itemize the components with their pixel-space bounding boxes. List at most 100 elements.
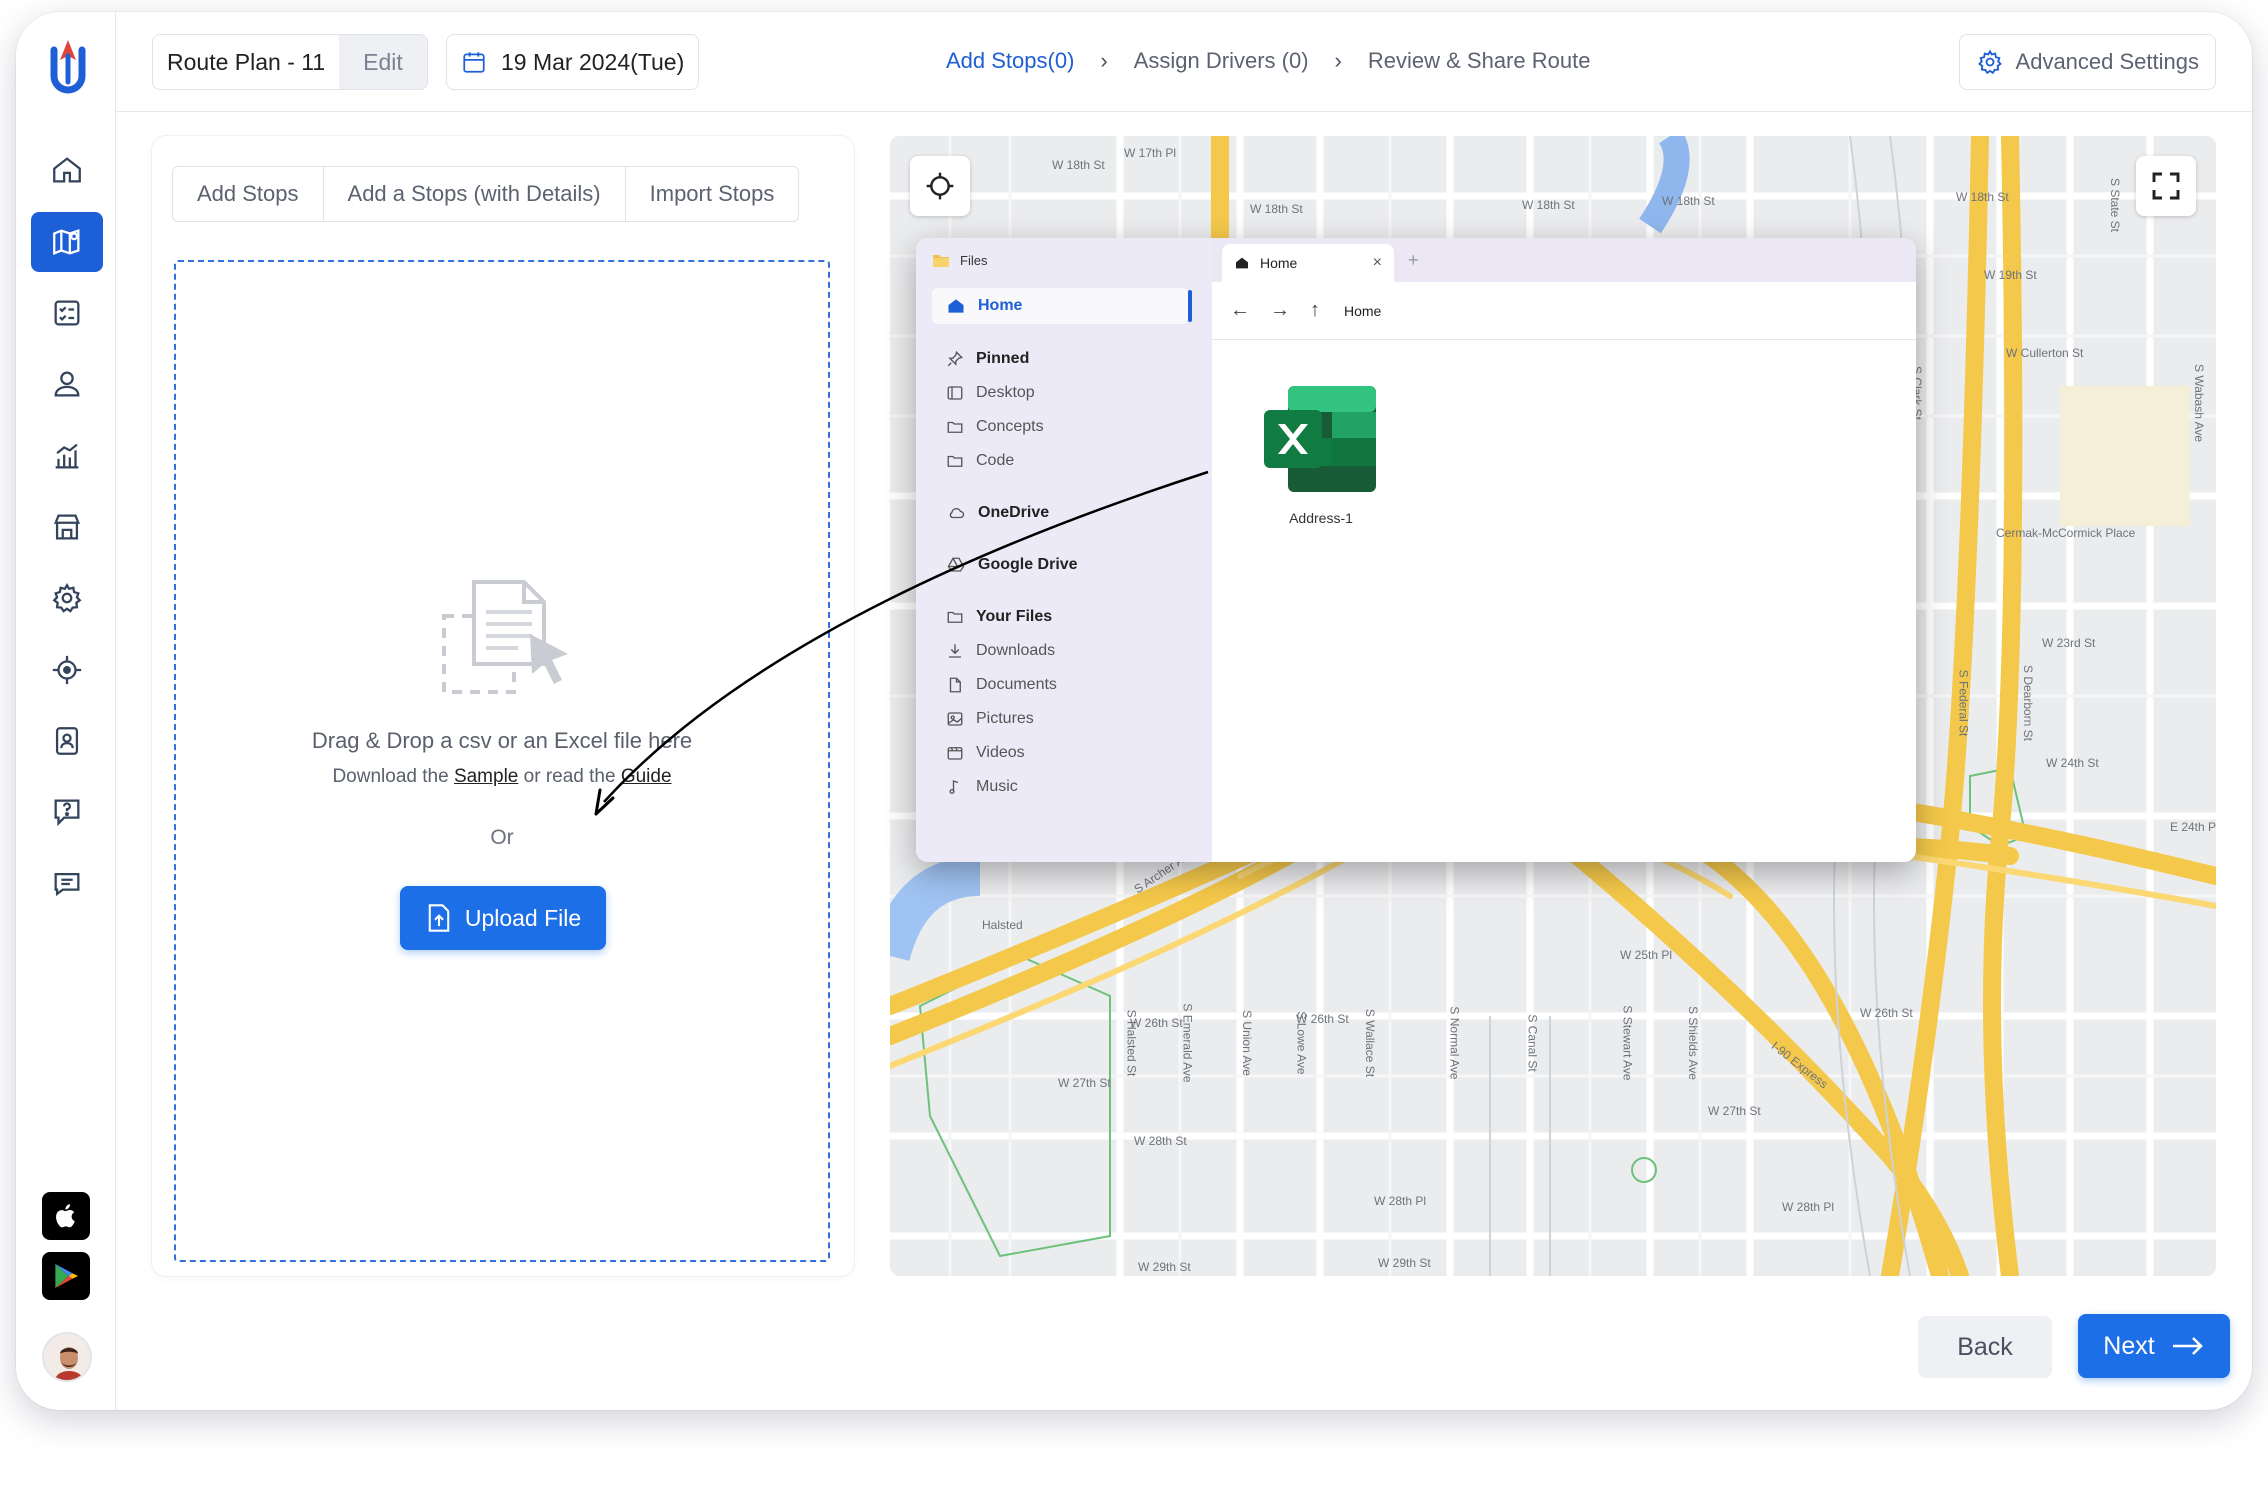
up-arrow-icon[interactable]: ↑ (1310, 299, 1320, 322)
avatar-image-icon (44, 1334, 90, 1380)
nav-settings[interactable] (31, 568, 103, 628)
step-add-stops[interactable]: Add Stops(0) (946, 48, 1074, 74)
step-assign-drivers[interactable]: Assign Drivers (0) (1134, 48, 1309, 74)
checklist-icon (54, 300, 80, 326)
explorer-nav-onedrive[interactable]: OneDrive (946, 504, 1049, 522)
map-street-label: W Cullerton St (2006, 346, 2084, 360)
map-street-label: S Dearborn St (2021, 664, 2036, 742)
map-street-label: Halsted (982, 918, 1023, 932)
map-street-label: Cermak-McCormick Place (1996, 526, 2136, 540)
explorer-nav-google-drive[interactable]: Google Drive (946, 556, 1078, 574)
users-icon (54, 371, 80, 397)
nav-home[interactable] (31, 140, 103, 200)
map-street-label: S Halsted St (1124, 1009, 1139, 1077)
crosshair-icon (926, 172, 954, 200)
map-street-label: W 19th St (1984, 268, 2037, 282)
guide-link[interactable]: Guide (621, 766, 672, 787)
explorer-nav-music[interactable]: Music (946, 778, 1018, 796)
explorer-nav-documents[interactable]: Documents (946, 676, 1057, 694)
nav-store[interactable] (31, 497, 103, 557)
top-bar: Route Plan - 11 Edit 19 Mar 2024(Tue) Ad… (116, 12, 2252, 112)
app-window: Route Plan - 11 Edit 19 Mar 2024(Tue) Ad… (16, 12, 2252, 1410)
google-play-icon (55, 1264, 78, 1288)
help-chat-icon (54, 799, 80, 827)
forward-arrow-icon[interactable]: → (1270, 299, 1290, 322)
route-name-field: Route Plan - 11 Edit (152, 34, 428, 90)
fullscreen-map-button[interactable] (2136, 156, 2196, 216)
explorer-nav-home[interactable]: Home (932, 288, 1188, 324)
folder-icon (947, 455, 963, 467)
map-street-label: S Normal Ave (1447, 1006, 1462, 1080)
explorer-tab-bar: Home × + (1212, 238, 1916, 282)
upload-file-label: Upload File (464, 904, 582, 931)
upload-file-button[interactable]: Upload File (400, 886, 606, 950)
add-stops-panel: Add Stops Add a Stops (with Details) Imp… (152, 136, 854, 1276)
explorer-nav-desktop[interactable]: Desktop (946, 384, 1035, 402)
nav-messages[interactable] (31, 854, 103, 914)
app-store-link[interactable] (42, 1192, 90, 1240)
step-review-share[interactable]: Review & Share Route (1368, 48, 1591, 74)
nav-routes[interactable] (31, 212, 103, 272)
map-street-label: W 29th St (1138, 1260, 1191, 1274)
explorer-nav-videos[interactable]: Videos (946, 744, 1025, 762)
explorer-nav-downloads[interactable]: Downloads (946, 642, 1055, 660)
advanced-settings-label: Advanced Settings (2015, 49, 2199, 74)
file-upload-icon (428, 904, 450, 932)
route-date: 19 Mar 2024(Tue) (501, 48, 685, 75)
excel-file-icon[interactable] (1262, 384, 1378, 494)
close-tab-icon[interactable]: × (1373, 254, 1382, 272)
sample-link[interactable]: Sample (454, 766, 518, 787)
user-avatar[interactable] (42, 1332, 92, 1382)
back-button[interactable]: Back (1918, 1316, 2052, 1378)
map-street-label: W 18th St (1522, 198, 1575, 212)
edit-route-name-button[interactable]: Edit (339, 35, 427, 89)
play-store-link[interactable] (42, 1252, 90, 1300)
nav-tasks[interactable] (31, 283, 103, 343)
chevron-right-icon: › (1334, 48, 1342, 73)
apple-icon (56, 1204, 75, 1228)
explorer-nav-pictures[interactable]: Pictures (946, 710, 1034, 728)
tab-import-stops[interactable]: Import Stops (626, 167, 799, 221)
gear-icon (1977, 49, 2002, 75)
explorer-path: Home (1344, 302, 1382, 319)
next-button[interactable]: Next (2078, 1314, 2230, 1378)
back-arrow-icon[interactable]: ← (1230, 299, 1250, 322)
explorer-tab-home[interactable]: Home × (1222, 244, 1394, 282)
nav-contacts[interactable] (31, 711, 103, 771)
explorer-nav-code[interactable]: Code (946, 452, 1014, 470)
settings-gear-icon (52, 583, 82, 613)
date-picker[interactable]: 19 Mar 2024(Tue) (446, 34, 700, 90)
file-drop-zone[interactable]: Drag & Drop a csv or an Excel file here … (174, 260, 830, 1262)
map-street-label: W 24th St (2046, 756, 2099, 770)
folder-icon (947, 421, 963, 433)
explorer-nav-concepts[interactable]: Concepts (946, 418, 1044, 436)
advanced-settings-button[interactable]: Advanced Settings (1958, 34, 2216, 90)
sidebar (16, 12, 116, 1410)
nav-analytics[interactable] (31, 426, 103, 486)
nav-drivers[interactable] (31, 354, 103, 414)
drop-help: Download the Sample or read the Guide (176, 766, 828, 788)
contact-book-icon (55, 727, 79, 755)
explorer-nav-your-files[interactable]: Your Files (946, 608, 1052, 626)
google-drive-icon (947, 557, 965, 572)
map-street-label: S Canal St (1525, 1014, 1540, 1072)
map-street-label: W 18th St (1052, 158, 1105, 172)
explorer-nav-pinned[interactable]: Pinned (946, 350, 1029, 368)
download-prefix: Download the (332, 766, 449, 787)
document-icon (949, 677, 961, 693)
recenter-map-button[interactable] (910, 156, 970, 216)
tab-add-stops[interactable]: Add Stops (173, 167, 324, 221)
map-street-label: S Stewart Ave (1620, 1005, 1635, 1081)
nav-locations[interactable] (31, 640, 103, 700)
tab-add-stops-with-details[interactable]: Add a Stops (with Details) (324, 167, 626, 221)
file-explorer-window: Files Home Pinned Desktop Concepts Code … (916, 238, 1916, 862)
map-street-label: E 24th P (2170, 820, 2216, 834)
analytics-icon (55, 443, 79, 469)
map-street-label: S Shields Ave (1685, 1006, 1700, 1080)
map-street-label: S Federal St (1956, 669, 1971, 737)
selection-indicator (1188, 290, 1192, 322)
nav-help[interactable] (31, 782, 103, 842)
new-tab-icon[interactable]: + (1408, 250, 1419, 271)
music-icon (949, 780, 959, 795)
pin-icon (947, 350, 964, 367)
